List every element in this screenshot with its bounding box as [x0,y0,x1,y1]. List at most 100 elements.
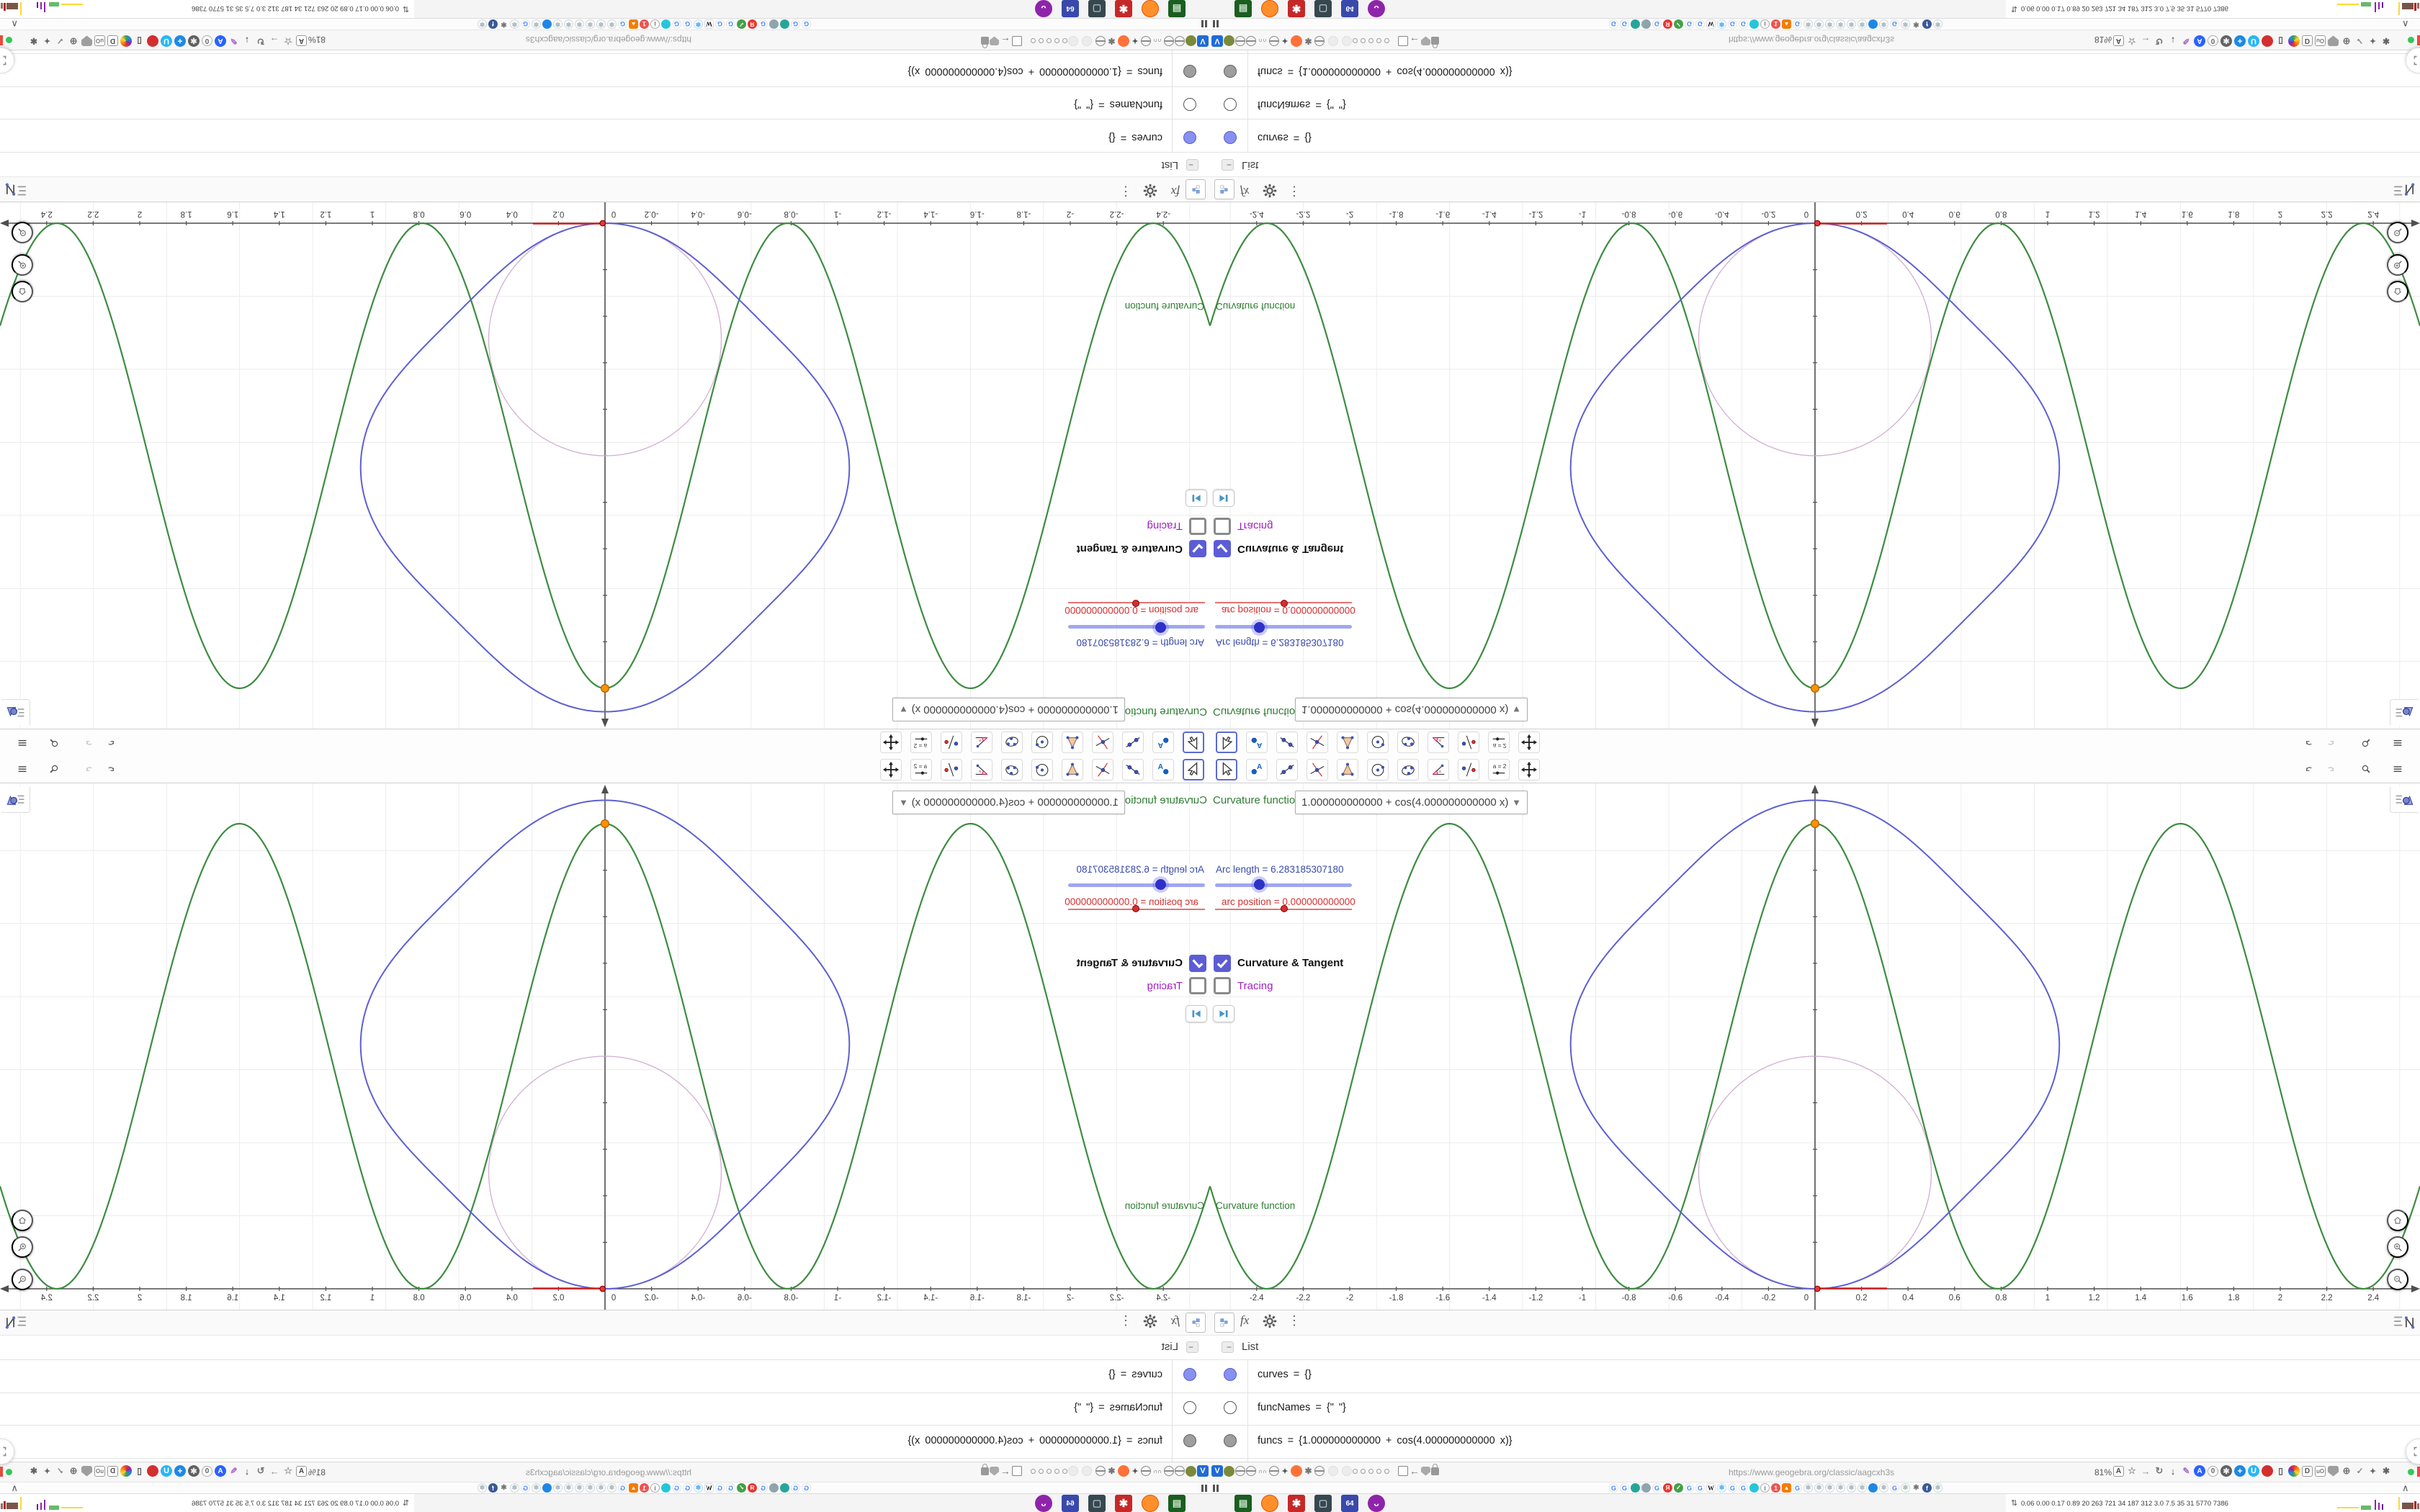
red-circle-icon[interactable] [2262,35,2273,47]
dot-icon[interactable] [1062,1468,1067,1474]
dot-icon[interactable] [1039,1468,1044,1474]
taskbar-app-purple-app[interactable]: ᴗ [1035,1495,1052,1512]
ublock-icon[interactable]: uO [2315,1465,2326,1477]
play-step-button[interactable] [1213,1005,1234,1022]
algebra-visibility-marble[interactable] [1224,1434,1237,1447]
algebra-visibility-marble[interactable] [1183,1434,1196,1447]
favicon-flower[interactable]: ✽ [478,1483,487,1493]
curvature-tangent-checkbox[interactable] [1214,540,1231,557]
dark-gear-icon[interactable]: ✱ [2220,35,2232,47]
dot-icon[interactable] [1384,1468,1389,1474]
ghost-icon[interactable] [1342,36,1352,46]
ublock-icon[interactable]: uO [94,1465,105,1477]
pen-icon[interactable]: ✎ [2181,36,2192,47]
ghost-icon[interactable] [1082,36,1092,46]
kebab-menu-icon[interactable]: ⋮ [1288,1313,1301,1328]
gear-icon[interactable]: ✱ [1303,36,1314,47]
algebra-visibility-marble[interactable] [1183,65,1196,78]
settings-gear-icon[interactable] [1262,179,1278,199]
tool-intersect-button[interactable] [1307,759,1328,780]
favicon-flower[interactable]: ✽ [1901,1483,1910,1493]
tool-move-view-button[interactable] [1518,732,1540,753]
zoom-out-button[interactable] [2387,1269,2408,1290]
dot-icon[interactable] [1039,38,1044,44]
reload-icon[interactable]: ↻ [255,1465,266,1477]
favicon-gray-dot[interactable] [769,19,779,29]
zoom-in-button[interactable] [12,1236,33,1258]
favicon-facebook[interactable]: f [1922,19,1932,29]
pen-icon[interactable]: ✎ [2181,1466,2192,1477]
favicon-green-check[interactable]: ✓ [737,19,746,29]
olive-app-icon[interactable] [1186,1465,1196,1477]
home-button[interactable] [12,1210,33,1231]
favicon-red-1[interactable]: 1 [1771,19,1780,29]
zoom-out-button[interactable] [2387,222,2408,243]
favicon-blue-dot[interactable] [1868,1483,1878,1493]
favicon-teal-dot[interactable] [1631,1483,1640,1493]
globe-icon[interactable] [1141,36,1151,46]
favicon-G-blue[interactable]: G [802,19,811,29]
tool-angle-button[interactable]: α [971,732,992,753]
favicon-G-blue[interactable]: G [1890,1483,1899,1493]
tool-intersect-button[interactable] [1092,732,1113,753]
favicon-flower-blue[interactable]: ✽ [694,19,703,29]
graphics-view[interactable]: -2.4 -2.2 -2 -1.8 -1.6 -1.4 -1.2 -1 -0.8 -0.6 -0.4… [1210,202,2420,729]
favicon-G-blue[interactable]: G [1890,19,1899,29]
main-menu-icon[interactable] [2388,760,2407,778]
shield-icon[interactable] [1421,1466,1430,1476]
favicon-flower[interactable]: ✽ [532,19,541,29]
tool-line-button[interactable] [1276,732,1298,753]
ublock-icon[interactable]: uO [94,35,105,47]
firefox-icon[interactable] [1291,35,1302,47]
redo-icon[interactable] [80,760,99,778]
pinwheel-icon[interactable] [120,1465,132,1477]
url-text[interactable]: https://www.geogebra.org/classic/aagcxh3… [1729,35,1894,45]
olive-app-icon[interactable] [1224,35,1234,47]
tool-polygon-button[interactable] [1337,732,1358,753]
arcs-app-icon[interactable]: ∩∩ [1152,35,1163,47]
blue-u-icon[interactable]: U [161,1465,172,1477]
blue-u-icon[interactable]: U [2248,1465,2259,1477]
favicon-G-blue[interactable]: G [1695,19,1705,29]
trash-icon[interactable]: ▯ [134,36,145,47]
favicon-flower[interactable]: ✽ [1825,1483,1834,1493]
arcs-app-icon[interactable]: ∩∩ [1257,35,1268,47]
globe-icon[interactable] [1095,36,1106,46]
reload-icon[interactable]: ↻ [2154,1465,2165,1477]
pen-icon[interactable]: ✎ [228,36,239,47]
tracing-checkbox[interactable] [1214,518,1231,535]
check-icon[interactable]: ✓ [2354,1466,2365,1477]
favicon-blue-dot[interactable] [542,19,552,29]
search-icon[interactable] [45,734,63,752]
star-icon[interactable]: ☆ [2126,35,2138,47]
download-icon[interactable]: ↓ [241,1465,253,1477]
shield-icon[interactable] [2328,36,2339,47]
favicon-photo[interactable]: ▲ [1782,1483,1791,1493]
blue-u-icon[interactable]: U [161,35,172,47]
search-icon[interactable] [2357,760,2375,778]
favicon-G-blue[interactable]: G [1728,1483,1737,1493]
favicon-gear[interactable]: ✱ [1912,19,1921,29]
main-menu-icon[interactable] [13,760,32,778]
favicon-G-blue[interactable]: G [672,19,681,29]
ghost-icon[interactable] [1082,1466,1092,1476]
undo-icon[interactable] [102,760,120,778]
red-circle-icon[interactable] [147,1465,158,1477]
dot-icon[interactable] [1047,1468,1052,1474]
reload-icon[interactable]: ↻ [2154,35,2165,47]
algebra-visibility-marble[interactable] [1224,1401,1237,1414]
tool-move-view-button[interactable] [880,732,902,753]
favicon-green-check[interactable]: ✓ [1674,19,1683,29]
wrench-icon[interactable]: ✦ [1280,1466,1290,1476]
back-arrow-icon[interactable]: ← [1000,35,1011,47]
favicon-G-blue[interactable]: G [1739,19,1748,29]
function-dropdown[interactable]: 1.000000000000 + cos(4.000000000000 x) ▼ [1295,791,1528,814]
taskbar-app-floppy-64[interactable]: 64 [1341,1495,1358,1512]
tool-reflect-button[interactable] [1458,759,1479,780]
tool-intersect-button[interactable] [1092,759,1113,780]
taskbar-app-floppy-64[interactable]: 64 [1062,1495,1079,1512]
algebra-input-icon[interactable] [2393,177,2417,199]
globe-icon[interactable] [1269,36,1279,46]
firefox-icon[interactable] [1118,35,1129,47]
folder-icon[interactable] [1398,1466,1408,1476]
